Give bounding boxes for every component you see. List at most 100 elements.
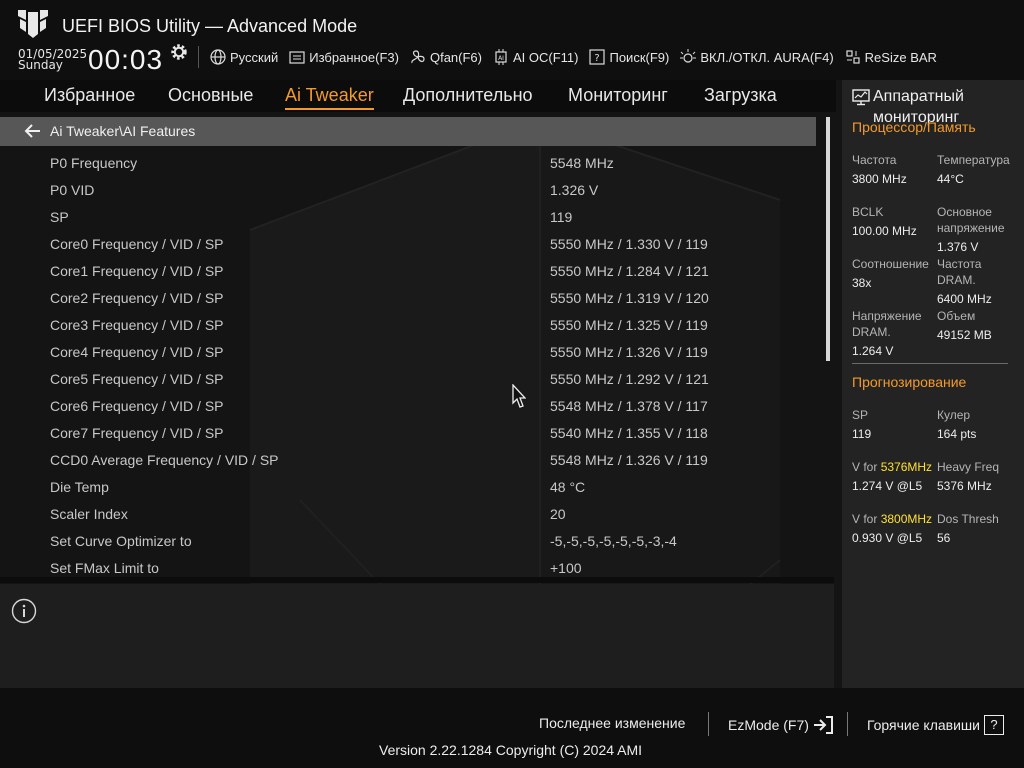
- setting-row[interactable]: Core2 Frequency / VID / SP 5550 MHz / 1.3…: [0, 284, 816, 311]
- list-scrollbar[interactable]: [826, 117, 830, 361]
- setting-row[interactable]: Set Curve Optimizer to -5,-5,-5,-5,-5,-5,…: [0, 527, 816, 554]
- cpu-temp-label: Температура: [937, 153, 1010, 167]
- back-arrow-icon[interactable]: [24, 123, 42, 139]
- footer-bar: Последнее изменение EzMode (F7) Горячие …: [0, 688, 1024, 768]
- setting-label: P0 VID: [50, 182, 95, 198]
- setting-row[interactable]: Core4 Frequency / VID / SP 5550 MHz / 1.3…: [0, 338, 816, 365]
- app-title: UEFI BIOS Utility — Advanced Mode: [62, 16, 358, 36]
- ai-oc-button[interactable]: AI AI OC(F11): [492, 48, 579, 66]
- search-icon: ?: [589, 49, 606, 65]
- resize-bar-button[interactable]: ReSize BAR: [844, 48, 937, 66]
- setting-label: P0 Frequency: [50, 155, 138, 171]
- favorites-button[interactable]: Избранное(F3): [288, 48, 399, 66]
- setting-row[interactable]: P0 Frequency 5548 MHz: [0, 149, 816, 176]
- dos-thresh-label: Dos Thresh: [937, 512, 999, 526]
- setting-value: 5548 MHz / 1.326 V / 119: [550, 452, 708, 468]
- tab-main[interactable]: Основные: [168, 85, 253, 106]
- panel-divider: [0, 577, 834, 583]
- ezmode-button[interactable]: EzMode (F7): [728, 715, 834, 735]
- setting-label: Core5 Frequency / VID / SP: [50, 371, 224, 387]
- setting-label: SP: [50, 209, 69, 225]
- setting-row[interactable]: P0 VID 1.326 V: [0, 176, 816, 203]
- cooler-label: Кулер: [937, 408, 971, 422]
- setting-value: 48 °C: [550, 479, 586, 495]
- vcore-value: 1.376 V: [937, 240, 979, 254]
- setting-label: Set Curve Optimizer to: [50, 533, 192, 549]
- setting-label: Die Temp: [50, 479, 109, 495]
- setting-value: 5550 MHz / 1.326 V / 119: [550, 344, 708, 360]
- setting-label: Core2 Frequency / VID / SP: [50, 290, 224, 306]
- search-button[interactable]: ? Поиск(F9): [588, 48, 669, 66]
- qfan-button[interactable]: Qfan(F6): [409, 48, 482, 66]
- svg-text:?: ?: [595, 53, 600, 64]
- setting-row[interactable]: Core7 Frequency / VID / SP 5540 MHz / 1.3…: [0, 419, 816, 446]
- resize-bar-icon: [846, 50, 860, 64]
- setting-value: 5550 MHz / 1.284 V / 121: [550, 263, 709, 279]
- setting-row[interactable]: Set FMax Limit to +100: [0, 554, 816, 577]
- favorites-icon: [289, 51, 305, 64]
- setting-row[interactable]: SP 119: [0, 203, 816, 230]
- footer-separator: [708, 712, 709, 736]
- breadcrumb[interactable]: Ai Tweaker\AI Features: [0, 117, 816, 146]
- globe-icon: [210, 49, 226, 65]
- setting-value: +100: [550, 560, 582, 576]
- setting-row[interactable]: Core6 Frequency / VID / SP 5548 MHz / 1.3…: [0, 392, 816, 419]
- sp-label: SP: [852, 408, 869, 422]
- setting-label: Scaler Index: [50, 506, 128, 522]
- exit-to-ezmode-icon: [813, 716, 833, 734]
- day-text: Sunday: [18, 58, 63, 72]
- dos-thresh-value: 56: [937, 531, 951, 545]
- top-header: UEFI BIOS Utility — Advanced Mode 01/05/…: [0, 0, 1024, 80]
- mouse-cursor-icon: [512, 384, 526, 408]
- setting-value: 5550 MHz / 1.292 V / 121: [550, 371, 709, 387]
- setting-label: Core1 Frequency / VID / SP: [50, 263, 224, 279]
- setting-value: 119: [550, 209, 573, 225]
- setting-row[interactable]: CCD0 Average Frequency / VID / SP 5548 MH…: [0, 446, 816, 473]
- gear-icon[interactable]: [169, 42, 189, 62]
- breadcrumb-path: Ai Tweaker\AI Features: [50, 123, 196, 139]
- bclk-value: 100.00 MHz: [852, 224, 917, 238]
- v-for-light-value: 0.930 V @L5: [852, 531, 923, 545]
- cpu-temp-value: 44°C: [937, 172, 964, 186]
- tab-ai-tweaker[interactable]: Ai Tweaker: [285, 85, 374, 110]
- tab-boot[interactable]: Загрузка: [704, 85, 777, 106]
- hotkeys-button[interactable]: Горячие клавиши ?: [867, 715, 1004, 735]
- tab-favorites[interactable]: Избранное: [44, 85, 135, 106]
- setting-value: 1.326 V: [550, 182, 599, 198]
- hotkeys-label: Горячие клавиши: [867, 717, 980, 733]
- search-label: Поиск(F9): [609, 49, 670, 65]
- vcore-label: Основное напряжение: [937, 205, 1005, 235]
- setting-value: 5548 MHz: [550, 155, 614, 171]
- heavy-freq-value: 5376 MHz: [937, 479, 992, 493]
- setting-row[interactable]: Core0 Frequency / VID / SP 5550 MHz / 1.3…: [0, 230, 816, 257]
- setting-row[interactable]: Scaler Index 20: [0, 500, 816, 527]
- tab-monitor[interactable]: Мониторинг: [568, 85, 668, 106]
- cpu-freq-value: 3800 MHz: [852, 172, 907, 186]
- setting-label: Core7 Frequency / VID / SP: [50, 425, 224, 441]
- ratio-value: 38x: [852, 276, 872, 290]
- cpu-freq-label: Частота: [852, 153, 897, 167]
- aura-label: ВКЛ./ОТКЛ. AURA(F4): [700, 49, 834, 65]
- setting-value: -5,-5,-5,-5,-5,-5,-3,-4: [550, 533, 677, 549]
- monitor-separator: [852, 363, 1008, 364]
- setting-row[interactable]: Core5 Frequency / VID / SP 5550 MHz / 1.2…: [0, 365, 816, 392]
- setting-row[interactable]: Core1 Frequency / VID / SP 5550 MHz / 1.2…: [0, 257, 816, 284]
- sp-value: 119: [852, 427, 872, 441]
- ai-oc-label: AI OC(F11): [512, 49, 579, 65]
- footer-separator: [847, 712, 848, 736]
- capacity-label: Объем: [937, 309, 976, 323]
- last-change-button[interactable]: Последнее изменение: [539, 715, 685, 731]
- forecast-section-title: Прогнозирование: [852, 374, 967, 390]
- ezmode-label: EzMode (F7): [728, 717, 809, 733]
- cpu-memory-section-title: Процессор/Память: [852, 119, 976, 135]
- language-label: Русский: [230, 49, 279, 65]
- monitor-icon: [852, 89, 870, 106]
- dram-volt-label: Напряжение DRAM.: [852, 309, 922, 339]
- aura-icon: [680, 49, 697, 63]
- setting-row[interactable]: Core3 Frequency / VID / SP 5550 MHz / 1.3…: [0, 311, 816, 338]
- aura-button[interactable]: ВКЛ./ОТКЛ. AURA(F4): [679, 48, 834, 66]
- setting-label: Core4 Frequency / VID / SP: [50, 344, 224, 360]
- tab-advanced[interactable]: Дополнительно: [403, 85, 533, 106]
- language-button[interactable]: Русский: [209, 48, 278, 66]
- setting-row[interactable]: Die Temp 48 °C: [0, 473, 816, 500]
